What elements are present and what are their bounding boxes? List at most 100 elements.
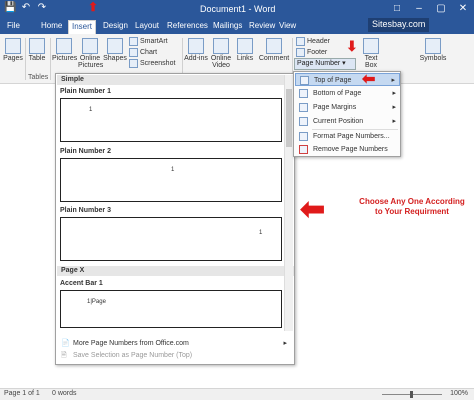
shapes-label: Shapes [103,55,127,62]
comment-button[interactable]: Comment [258,38,290,62]
title-bar: 💾 ↶ ↷ Document1 - Word □ – ▢ ✕ [0,0,474,18]
pages-icon [5,38,21,54]
page-count[interactable]: Page 1 of 1 [4,390,40,397]
zoom-slider-knob[interactable] [410,391,413,398]
tab-layout[interactable]: Layout [132,20,162,34]
document-icon: 📄 [61,340,70,347]
ribbon-display-icon[interactable]: □ [390,2,404,16]
gallery-section-pagex: Page X [57,266,294,276]
online-video-icon [213,38,229,54]
undo-icon[interactable]: ↶ [20,2,32,14]
shapes-icon [107,38,123,54]
gallery-item-label: Plain Number 2 [60,148,111,155]
table-label: Table [28,55,46,62]
save-selection-label: Save Selection as Page Number (Top) [73,352,193,359]
menu-item-bottom-of-page[interactable]: Bottom of Page ▸ [295,87,400,100]
links-label: Links [236,55,254,62]
zoom-slider[interactable] [382,391,442,398]
symbols-label: Symbols [419,55,447,62]
more-page-numbers-label: More Page Numbers from Office.com [73,340,189,347]
gallery-item-plain-number-1[interactable]: 1 [60,98,282,142]
chart-label: Chart [140,49,158,56]
gallery-item-plain-number-2[interactable]: 1 [60,158,282,202]
bottom-of-page-icon [299,89,308,98]
smartart-label: SmartArt [140,38,168,45]
header-label: Header [307,38,330,45]
screenshot-label: Screenshot [140,60,176,67]
gallery-item-plain-number-3[interactable]: 1 [60,217,282,261]
zoom-level[interactable]: 100% [450,390,468,397]
addins-button[interactable]: Add-ins [184,38,208,62]
links-button[interactable]: Links [234,38,256,62]
quick-access-toolbar: 💾 ↶ ↷ [4,2,48,14]
online-pictures-icon [82,38,98,54]
online-pictures-button[interactable]: Online Pictures [78,38,103,69]
tab-mailings[interactable]: Mailings [210,20,245,34]
red-left-arrow-icon: ⬅ [300,193,326,226]
more-page-numbers-menu-item[interactable]: 📄 More Page Numbers from Office.com ▸ [57,338,293,350]
word-count[interactable]: 0 words [52,390,77,397]
tab-design[interactable]: Design [100,20,131,34]
textbox-button[interactable]: Text Box [360,38,382,69]
pages-button[interactable]: Pages [2,38,24,62]
table-button[interactable]: Table [27,38,47,62]
chevron-right-icon: ▸ [283,340,287,347]
pictures-button[interactable]: Pictures [52,38,77,62]
close-icon[interactable]: ✕ [456,2,470,16]
online-video-label: Online Video [210,55,232,69]
save-icon[interactable]: 💾 [4,2,16,14]
redo-icon[interactable]: ↷ [36,2,48,14]
page-number-label: Page Number [297,60,341,67]
menu-item-top-of-page[interactable]: Top of Page ▸ [295,73,400,86]
tab-references[interactable]: References [164,20,211,34]
accent-bar-preview-text: 1|Page [87,299,106,305]
chevron-right-icon: ▸ [391,77,395,84]
menu-item-label: Current Position [313,118,364,125]
gallery-item-label: Accent Bar 1 [60,280,103,287]
tab-file[interactable]: File [4,20,23,34]
gallery-scrollbar[interactable] [284,75,293,331]
table-icon [29,38,45,54]
addins-label: Add-ins [184,55,208,62]
tab-review[interactable]: Review [246,20,278,34]
header-button[interactable]: Header [296,37,330,46]
symbols-button[interactable]: Symbols [418,38,448,62]
menu-item-current-position[interactable]: Current Position ▸ [295,115,400,128]
tab-home[interactable]: Home [38,20,65,34]
menu-item-label: Bottom of Page [313,90,362,97]
red-up-arrow-icon: ⬆ [88,0,99,14]
menu-item-format-page-numbers[interactable]: Format Page Numbers... [295,130,400,143]
links-icon [237,38,253,54]
scrollbar-thumb[interactable] [286,89,292,147]
gallery-item-accent-bar-1[interactable]: 1|Page [60,290,282,328]
maximize-icon[interactable]: ▢ [434,2,448,16]
remove-page-numbers-icon [299,145,308,154]
top-of-page-icon [300,76,309,85]
site-badge: Sitesbay.com [368,18,430,32]
window-title: Document1 - Word [200,4,276,14]
ribbon-divider [25,38,26,80]
shapes-button[interactable]: Shapes [103,38,127,62]
chevron-down-icon: ▾ [342,60,346,67]
window-controls: □ – ▢ ✕ [390,2,470,16]
tab-view[interactable]: View [276,20,299,34]
textbox-icon [363,38,379,54]
menu-item-remove-page-numbers[interactable]: Remove Page Numbers [295,143,400,156]
tab-insert[interactable]: Insert [68,20,97,34]
smartart-button[interactable]: SmartArt [129,37,168,46]
gallery-item-label: Plain Number 1 [60,88,111,95]
gallery-section-simple: Simple [57,75,294,85]
screenshot-button[interactable]: Screenshot [129,59,175,68]
online-video-button[interactable]: Online Video [209,38,233,69]
header-icon [296,37,305,46]
menu-item-page-margins[interactable]: Page Margins ▸ [295,101,400,114]
footer-button[interactable]: Footer [296,48,327,57]
chart-button[interactable]: Chart [129,48,157,57]
chevron-right-icon: ▸ [392,90,396,97]
smartart-icon [129,37,138,46]
format-page-numbers-icon [299,132,308,141]
page-number-button[interactable]: Page Number ▾ [294,58,356,70]
page-number-marker: 1 [171,167,175,173]
minimize-icon[interactable]: – [412,2,426,16]
tables-group-label: Tables [28,74,49,81]
